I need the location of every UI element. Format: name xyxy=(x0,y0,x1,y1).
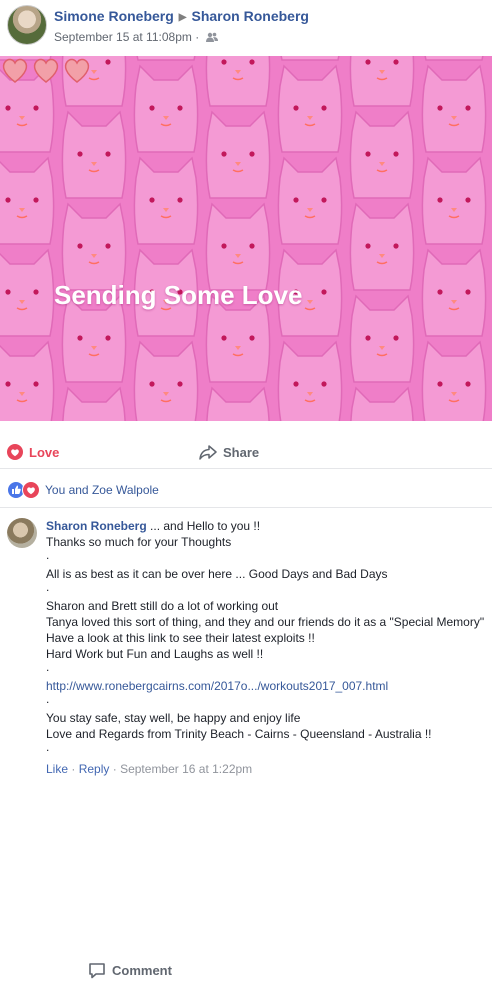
post-meta: September 15 at 11:08pm · xyxy=(54,30,218,45)
comment-line: . xyxy=(46,740,50,754)
comment-line: Sharon and Brett still do a lot of worki… xyxy=(46,599,279,613)
comment-line: Thanks so much for your Thoughts xyxy=(46,535,232,549)
post-names: Simone Roneberg ▶ Sharon Roneberg xyxy=(54,8,309,24)
comment-line: Love and Regards from Trinity Beach - Ca… xyxy=(46,727,432,741)
reaction-icons xyxy=(7,481,40,499)
divider xyxy=(0,507,492,508)
comment-link[interactable]: http://www.ronebergcairns.com/2017o.../w… xyxy=(46,679,388,693)
author-name-link[interactable]: Simone Roneberg xyxy=(54,8,174,24)
arrow-right-icon: ▶ xyxy=(178,12,187,23)
comment-line: Hard Work but Fun and Laughs as well !! xyxy=(46,647,264,661)
comment-author-link[interactable]: Sharon Roneberg xyxy=(46,519,147,533)
commenter-avatar[interactable] xyxy=(7,518,37,548)
post-actions: Love Comment Share xyxy=(0,436,492,978)
author-avatar[interactable] xyxy=(7,5,47,45)
comment-line: . xyxy=(46,660,50,674)
comment-line: . xyxy=(46,548,50,562)
comment-footer: Like · Reply · September 16 at 1:22pm xyxy=(46,762,253,776)
reactions-text[interactable]: You and Zoe Walpole xyxy=(45,483,159,497)
comment-line: Tanya loved this sort of thing, and they… xyxy=(46,615,485,629)
comment-reply-link[interactable]: Reply xyxy=(79,762,110,776)
comment-like-link[interactable]: Like xyxy=(46,762,68,776)
comment-line: You stay safe, stay well, be happy and e… xyxy=(46,711,301,725)
comment-opening: ... and Hello to you !! xyxy=(150,519,261,533)
post-header: Simone Roneberg ▶ Sharon Roneberg Septembe… xyxy=(0,0,492,56)
comment-time[interactable]: September 16 at 1:22pm xyxy=(120,762,252,776)
heart-icon xyxy=(7,444,23,460)
comment-body: Sharon Roneberg ... and Hello to you !! … xyxy=(46,518,486,777)
comment-line: Have a look at this link to see their la… xyxy=(46,631,315,645)
hearts-icon xyxy=(2,58,90,83)
share-button[interactable]: Share xyxy=(199,436,259,468)
share-label: Share xyxy=(223,444,260,460)
cat-pattern-background xyxy=(0,56,492,421)
love-button[interactable]: Love xyxy=(7,436,59,468)
divider xyxy=(0,468,492,469)
comment-line: . xyxy=(46,580,50,594)
comment-line: All is as best as it can be over here ..… xyxy=(46,567,388,581)
friends-icon[interactable] xyxy=(205,31,218,45)
post-image[interactable]: Sending Some Love xyxy=(0,56,492,421)
comment-line: . xyxy=(46,692,50,706)
comment-label: Comment xyxy=(112,962,172,978)
love-label: Love xyxy=(29,444,60,460)
share-icon xyxy=(199,445,217,460)
comment-icon xyxy=(89,962,105,978)
reactions-bar[interactable]: You and Zoe Walpole xyxy=(7,480,159,500)
post-timestamp[interactable]: September 15 at 11:08pm xyxy=(54,30,192,44)
comment-button[interactable]: Comment xyxy=(88,954,492,986)
target-name-link[interactable]: Sharon Roneberg xyxy=(192,8,309,24)
image-caption: Sending Some Love xyxy=(54,280,303,310)
